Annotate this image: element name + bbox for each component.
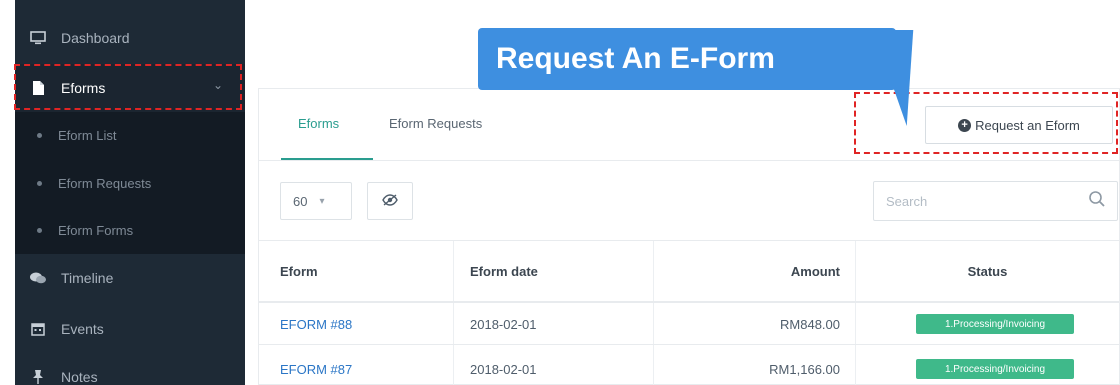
sidebar-item-dashboard[interactable]: Dashboard xyxy=(15,14,245,62)
column-divider xyxy=(453,240,454,385)
submenu-item-label: Eform List xyxy=(58,128,117,143)
eye-slash-icon xyxy=(382,193,398,209)
table-border xyxy=(258,240,1120,241)
caret-down-icon: ▾ xyxy=(319,195,325,207)
eform-link[interactable]: EFORM #88 xyxy=(280,317,352,332)
tab-eforms[interactable]: Eforms xyxy=(298,116,339,131)
eform-date: 2018-02-01 xyxy=(470,362,537,377)
sidebar-item-label: Notes xyxy=(61,369,98,385)
tabs-divider xyxy=(258,160,1120,161)
eform-link[interactable]: EFORM #87 xyxy=(280,362,352,377)
calendar-icon xyxy=(29,320,47,338)
plus-circle-icon: + xyxy=(958,118,972,132)
submenu-item-eform-requests[interactable]: Eform Requests xyxy=(15,160,245,207)
table-header-border xyxy=(258,301,1120,303)
page-size-select[interactable]: 60 ▾ xyxy=(280,182,352,220)
sidebar-item-label: Dashboard xyxy=(61,30,130,46)
eform-date: 2018-02-01 xyxy=(470,317,537,332)
page-size-value: 60 xyxy=(293,193,308,209)
column-divider xyxy=(653,240,654,385)
column-visibility-button[interactable] xyxy=(367,182,413,220)
search-icon[interactable] xyxy=(1088,190,1106,208)
eform-amount: RM848.00 xyxy=(780,317,840,332)
submenu-item-label: Eform Forms xyxy=(58,223,134,238)
status-badge: 1.Processing/Invoicing xyxy=(916,359,1074,379)
sidebar-item-timeline[interactable]: Timeline xyxy=(15,254,245,302)
sidebar-item-label: Events xyxy=(61,321,104,337)
column-header-eform-date[interactable]: Eform date xyxy=(470,264,538,279)
bullet-icon xyxy=(37,181,42,186)
tab-eform-requests[interactable]: Eform Requests xyxy=(389,116,482,131)
search-input[interactable] xyxy=(873,181,1118,221)
submenu-item-eform-forms[interactable]: Eform Forms xyxy=(15,207,245,254)
submenu-item-eform-list[interactable]: Eform List xyxy=(15,112,245,159)
status-badge: 1.Processing/Invoicing xyxy=(916,314,1074,334)
bullet-icon xyxy=(37,133,42,138)
tooltip-text: Request An E-Form xyxy=(496,42,775,75)
column-header-amount[interactable]: Amount xyxy=(791,264,840,279)
bullet-icon xyxy=(37,228,42,233)
column-header-status[interactable]: Status xyxy=(855,264,1120,279)
column-header-eform[interactable]: Eform xyxy=(280,264,318,279)
sidebar-item-notes[interactable]: Notes xyxy=(15,353,245,385)
monitor-icon xyxy=(29,29,47,47)
sidebar-item-label: Timeline xyxy=(61,270,114,286)
table-row-divider xyxy=(258,344,1120,345)
tooltip-callout: Request An E-Form xyxy=(478,28,896,90)
submenu-item-label: Eform Requests xyxy=(58,176,152,191)
eforms-submenu: Eform List Eform Requests Eform Forms xyxy=(15,112,245,254)
sidebar-item-events[interactable]: Events xyxy=(15,305,245,353)
request-eform-label: Request an Eform xyxy=(975,117,1080,133)
chat-icon xyxy=(29,269,47,287)
request-eform-button[interactable]: + Request an Eform xyxy=(925,106,1113,144)
sidebar: Dashboard Eforms ⌄ Eform List Eform Requ… xyxy=(15,0,245,385)
pin-icon xyxy=(29,368,47,385)
highlight-eforms-menu xyxy=(14,64,242,110)
eform-amount: RM1,166.00 xyxy=(769,362,840,377)
column-divider xyxy=(855,240,856,385)
